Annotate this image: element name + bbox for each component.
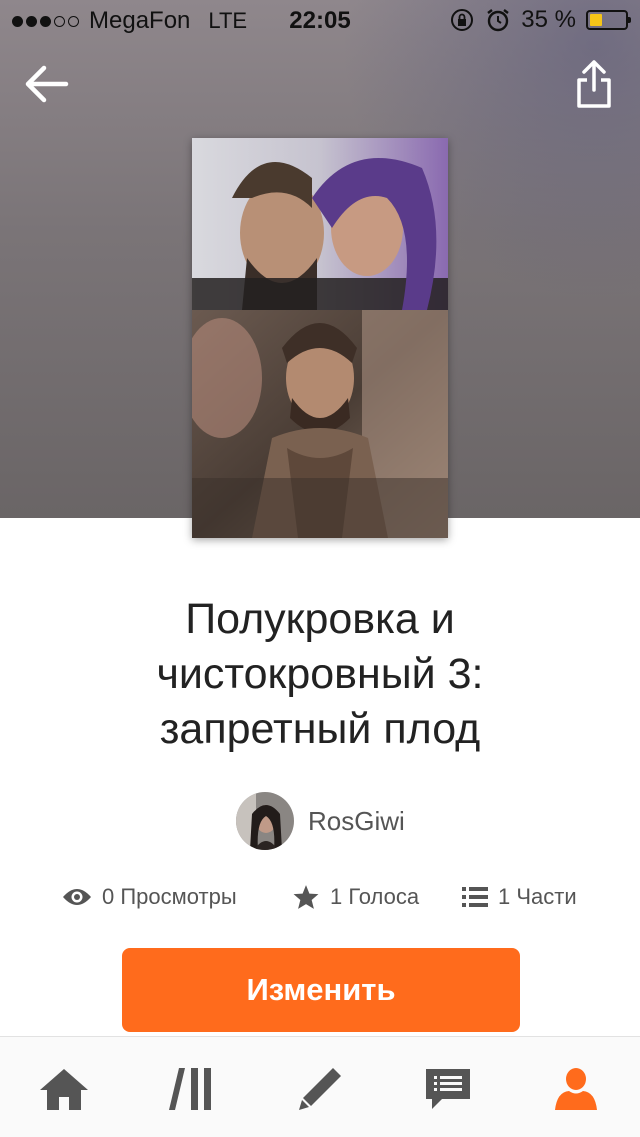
share-button[interactable]: [574, 58, 614, 110]
battery-percent: 35 %: [521, 6, 576, 33]
star-icon: [293, 885, 319, 909]
edit-button[interactable]: Изменить: [122, 948, 520, 1032]
share-icon: [577, 60, 611, 108]
story-cover-image[interactable]: [192, 138, 448, 538]
story-title-line: Полукровка и: [185, 595, 455, 643]
parts-stat: 1 Части: [462, 884, 577, 910]
tab-write[interactable]: [290, 1059, 350, 1119]
story-title: Полукровка и чистокровный 3: запретный п…: [40, 592, 600, 757]
profile-icon: [555, 1068, 597, 1110]
views-label: 0 Просмотры: [102, 884, 237, 909]
tab-profile[interactable]: [546, 1059, 606, 1119]
tab-messages[interactable]: [418, 1059, 478, 1119]
rotation-lock-icon: [451, 9, 474, 31]
author-link[interactable]: RosGiwi: [236, 792, 405, 850]
votes-stat: 1 Голоса: [292, 884, 419, 910]
cover-artwork: [192, 138, 448, 538]
write-icon: [299, 1068, 341, 1110]
back-button[interactable]: [22, 62, 70, 106]
library-icon: [169, 1068, 211, 1110]
status-bar: MegaFon LTE 22:05 35 %: [0, 0, 640, 40]
avatar[interactable]: [236, 792, 294, 850]
bottom-tab-bar: [0, 1036, 640, 1137]
votes-label: 1 Голоса: [330, 884, 420, 909]
parts-label: 1 Части: [498, 884, 577, 909]
alarm-icon: [487, 9, 510, 32]
eye-icon: [63, 889, 91, 905]
battery-icon: [586, 10, 631, 30]
messages-icon: [426, 1069, 470, 1109]
views-stat: 0 Просмотры: [62, 884, 237, 910]
story-stats: 0 Просмотры 1 Голоса 1 Части: [0, 884, 640, 918]
home-icon: [40, 1069, 88, 1110]
author-name: RosGiwi: [308, 805, 405, 836]
story-title-line: запретный плод: [159, 705, 481, 753]
story-title-line: чистокровный 3:: [156, 650, 484, 698]
tab-home[interactable]: [34, 1059, 94, 1119]
list-icon: [462, 887, 488, 907]
tab-library[interactable]: [162, 1059, 222, 1119]
arrow-left-icon: [25, 65, 69, 103]
